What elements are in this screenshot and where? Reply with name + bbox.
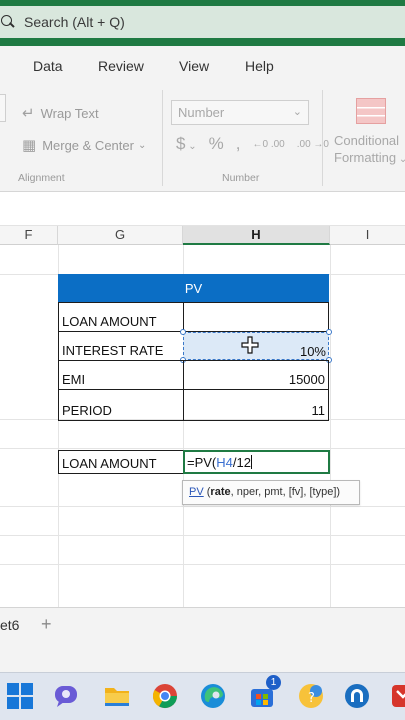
merge-center-button[interactable]: ▦ Merge & Center ⌄	[22, 136, 146, 154]
gridline	[0, 564, 405, 565]
number-format-dropdown[interactable]: Number ⌄	[171, 100, 309, 125]
conditional-formatting-label-1: Conditional	[334, 133, 400, 148]
merge-center-icon: ▦	[22, 137, 37, 154]
conditional-formatting-button[interactable]: Conditional Formatting ⌄	[334, 132, 405, 168]
resize-handle[interactable]	[180, 329, 186, 335]
title-bar: Search (Alt + Q)	[0, 0, 405, 46]
formula-cell-reference: H4	[216, 455, 233, 470]
currency-format-button[interactable]: $ ⌄	[176, 134, 197, 154]
cell-label-period[interactable]: PERIOD	[58, 389, 184, 421]
decrease-decimal-button[interactable]: .00 →0	[297, 139, 329, 150]
tooltip-remaining-args: , nper, pmt, [fv], [type])	[230, 486, 341, 498]
gridline	[0, 535, 405, 536]
ribbon: Data Review View Help ↵ Wrap Text ▦ Merg…	[0, 46, 405, 192]
tab-help[interactable]: Help	[245, 58, 274, 74]
cell-value-period[interactable]: 11	[183, 389, 329, 421]
merge-center-label: Merge & Center	[42, 137, 134, 153]
text-caret	[250, 455, 252, 469]
chevron-down-icon[interactable]: ⌄	[138, 140, 146, 151]
search-box[interactable]: Search (Alt + Q)	[0, 6, 405, 38]
file-explorer-icon[interactable]	[102, 681, 132, 711]
conditional-formatting-icon[interactable]	[356, 98, 386, 124]
wrap-text-button[interactable]: ↵ Wrap Text	[22, 104, 99, 122]
function-argument-tooltip: PV (rate, nper, pmt, [fv], [type])	[182, 480, 360, 505]
teams-chat-icon[interactable]	[52, 681, 82, 711]
chevron-down-icon: ⌄	[292, 106, 302, 118]
gridline	[330, 245, 331, 607]
formula-strip	[0, 192, 405, 226]
cell-label-loan-amount[interactable]: LOAN AMOUNT	[58, 302, 184, 332]
increase-decimal-button[interactable]: ←0 .00	[253, 139, 285, 150]
app-arch-icon[interactable]	[342, 681, 372, 711]
percent-format-button[interactable]: %	[209, 134, 224, 154]
alignment-group-label: Alignment	[18, 172, 65, 184]
number-format-value: Number	[178, 105, 225, 120]
gridline	[0, 506, 405, 507]
excel-window: Search (Alt + Q) Data Review View Help ↵…	[0, 0, 405, 720]
tab-data[interactable]: Data	[33, 58, 63, 74]
formula-suffix: /12	[232, 455, 251, 470]
notification-badge: 1	[266, 675, 281, 690]
group-divider	[162, 90, 163, 186]
column-header-h[interactable]: H	[183, 226, 330, 245]
svg-text:?: ?	[308, 691, 315, 706]
cell-label-interest-rate[interactable]: INTEREST RATE	[58, 331, 184, 361]
gridline	[0, 448, 405, 449]
formula-prefix: =PV(	[187, 455, 217, 470]
cell-value-loan-amount[interactable]	[183, 302, 329, 332]
search-icon	[0, 14, 16, 30]
number-format-buttons: $ ⌄ % , ←0 .00 .00 →0	[176, 134, 329, 154]
status-bar	[0, 645, 405, 672]
column-header-g[interactable]: G	[58, 226, 183, 245]
edge-browser-icon[interactable]	[198, 681, 228, 711]
function-help-link[interactable]: PV	[189, 486, 204, 498]
add-sheet-button[interactable]: +	[41, 614, 52, 635]
microsoft-store-icon[interactable]: 1	[247, 675, 281, 711]
pv-header-cell[interactable]: PV	[58, 274, 329, 302]
chevron-down-icon: ⌄	[398, 154, 405, 165]
number-group-label: Number	[222, 172, 260, 184]
tips-icon[interactable]: ?	[296, 681, 326, 711]
wrap-text-label: Wrap Text	[40, 105, 99, 121]
chevron-down-icon: ⌄	[185, 141, 197, 152]
ribbon-left-button[interactable]	[0, 94, 6, 122]
column-header-i[interactable]: I	[330, 226, 405, 245]
sheet-tab-bar: et6 +	[0, 607, 405, 645]
cell-select-cursor-icon	[241, 336, 259, 354]
resize-handle[interactable]	[326, 329, 332, 335]
tab-view[interactable]: View	[179, 58, 209, 74]
cell-label-emi[interactable]: EMI	[58, 360, 184, 390]
windows-start-icon[interactable]	[5, 681, 35, 711]
ribbon-tabs: Data Review View Help	[0, 58, 405, 78]
column-header-f[interactable]: F	[0, 226, 58, 245]
wrap-text-icon: ↵	[22, 105, 35, 122]
comma-style-button[interactable]: ,	[236, 134, 241, 154]
search-input[interactable]: Search (Alt + Q)	[24, 14, 125, 30]
tab-review[interactable]: Review	[98, 58, 144, 74]
cast-app-icon[interactable]	[388, 681, 405, 711]
tooltip-current-arg: rate	[210, 486, 231, 498]
sheet-tab[interactable]: et6	[0, 617, 19, 633]
chrome-icon[interactable]	[150, 681, 180, 711]
formula-edit-cell[interactable]: =PV(H4/12	[183, 450, 330, 474]
group-divider	[322, 90, 323, 186]
cell-value-emi[interactable]: 15000	[183, 360, 329, 390]
taskbar: 1 ?	[0, 672, 405, 720]
cell-label-result-loan-amount[interactable]: LOAN AMOUNT	[58, 450, 184, 474]
conditional-formatting-label-2: Formatting ⌄	[334, 149, 405, 168]
